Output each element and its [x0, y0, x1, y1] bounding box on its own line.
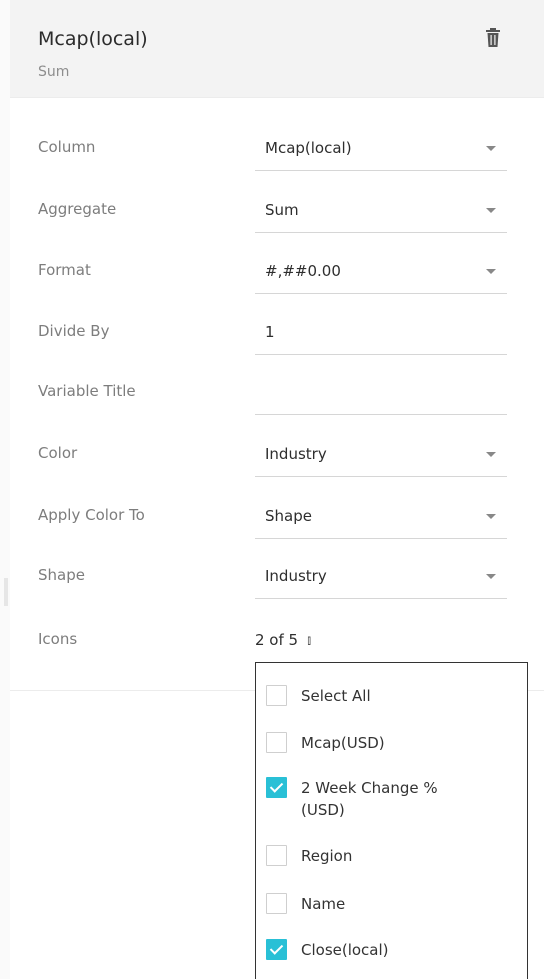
variable-title-input[interactable]: [255, 368, 507, 415]
icons-label: Icons: [38, 630, 78, 648]
divide-by-value: 1: [265, 323, 275, 341]
checkbox[interactable]: [266, 685, 287, 706]
apply-color-to-select[interactable]: Shape: [255, 492, 507, 539]
color-select[interactable]: Industry: [255, 430, 507, 477]
format-label: Format: [38, 261, 91, 279]
column-select[interactable]: Mcap(local): [255, 124, 507, 171]
icons-selected-count: 2 of 5: [255, 631, 299, 649]
option-label: Mcap(USD): [301, 734, 385, 752]
icons-dropdown-list: Select All Mcap(USD) 2 Week Change % (US…: [255, 662, 528, 979]
aggregate-value: Sum: [265, 201, 299, 219]
variable-title-label: Variable Title: [38, 382, 136, 400]
divide-by-input[interactable]: 1: [255, 308, 507, 355]
option-label: Region: [301, 847, 353, 865]
option-label: Select All: [301, 687, 371, 705]
checkbox-checked[interactable]: [266, 777, 287, 798]
variable-title: Mcap(local): [38, 28, 148, 50]
chevron-down-icon: [486, 514, 496, 519]
chevron-down-icon: [486, 146, 496, 151]
aggregate-label: Aggregate: [38, 200, 117, 218]
format-row: Format #,##0.00: [0, 247, 544, 295]
option-label: Close(local): [301, 941, 389, 959]
checkbox[interactable]: [266, 845, 287, 866]
shape-label: Shape: [38, 566, 85, 584]
apply-color-to-row: Apply Color To Shape: [0, 492, 544, 540]
aggregate-select[interactable]: Sum: [255, 186, 507, 233]
format-value: #,##0.00: [265, 262, 341, 280]
divide-by-row: Divide By 1: [0, 308, 544, 356]
variable-aggregate-subtitle: Sum: [38, 64, 70, 80]
divide-by-label: Divide By: [38, 322, 110, 340]
aggregate-row: Aggregate Sum: [0, 186, 544, 234]
column-label: Column: [38, 138, 96, 156]
shape-row: Shape Industry: [0, 552, 544, 600]
checkbox[interactable]: [266, 732, 287, 753]
icons-multiselect-toggle[interactable]: 2 of 5 ⫾: [255, 630, 311, 654]
apply-color-to-value: Shape: [265, 507, 312, 525]
chevron-down-icon: [486, 452, 496, 457]
option-label: 2 Week Change % (USD): [301, 779, 438, 819]
column-value: Mcap(local): [265, 139, 352, 157]
format-select[interactable]: #,##0.00: [255, 247, 507, 294]
checkbox-checked[interactable]: [266, 939, 287, 960]
checkbox[interactable]: [266, 893, 287, 914]
color-row: Color Industry: [0, 430, 544, 478]
variable-header: Mcap(local) Sum: [10, 0, 544, 98]
chevron-down-icon: [486, 208, 496, 213]
color-label: Color: [38, 444, 78, 462]
variable-title-row: Variable Title: [0, 368, 544, 416]
color-value: Industry: [265, 445, 327, 463]
option-label: Name: [301, 895, 346, 913]
shape-select[interactable]: Industry: [255, 552, 507, 599]
chevron-down-icon: [486, 574, 496, 579]
trash-icon[interactable]: [483, 27, 503, 49]
apply-color-to-label: Apply Color To: [38, 506, 145, 524]
column-row: Column Mcap(local): [0, 124, 544, 172]
shape-value: Industry: [265, 567, 327, 585]
double-chevron-down-icon: ⫾: [307, 633, 312, 647]
chevron-down-icon: [486, 269, 496, 274]
